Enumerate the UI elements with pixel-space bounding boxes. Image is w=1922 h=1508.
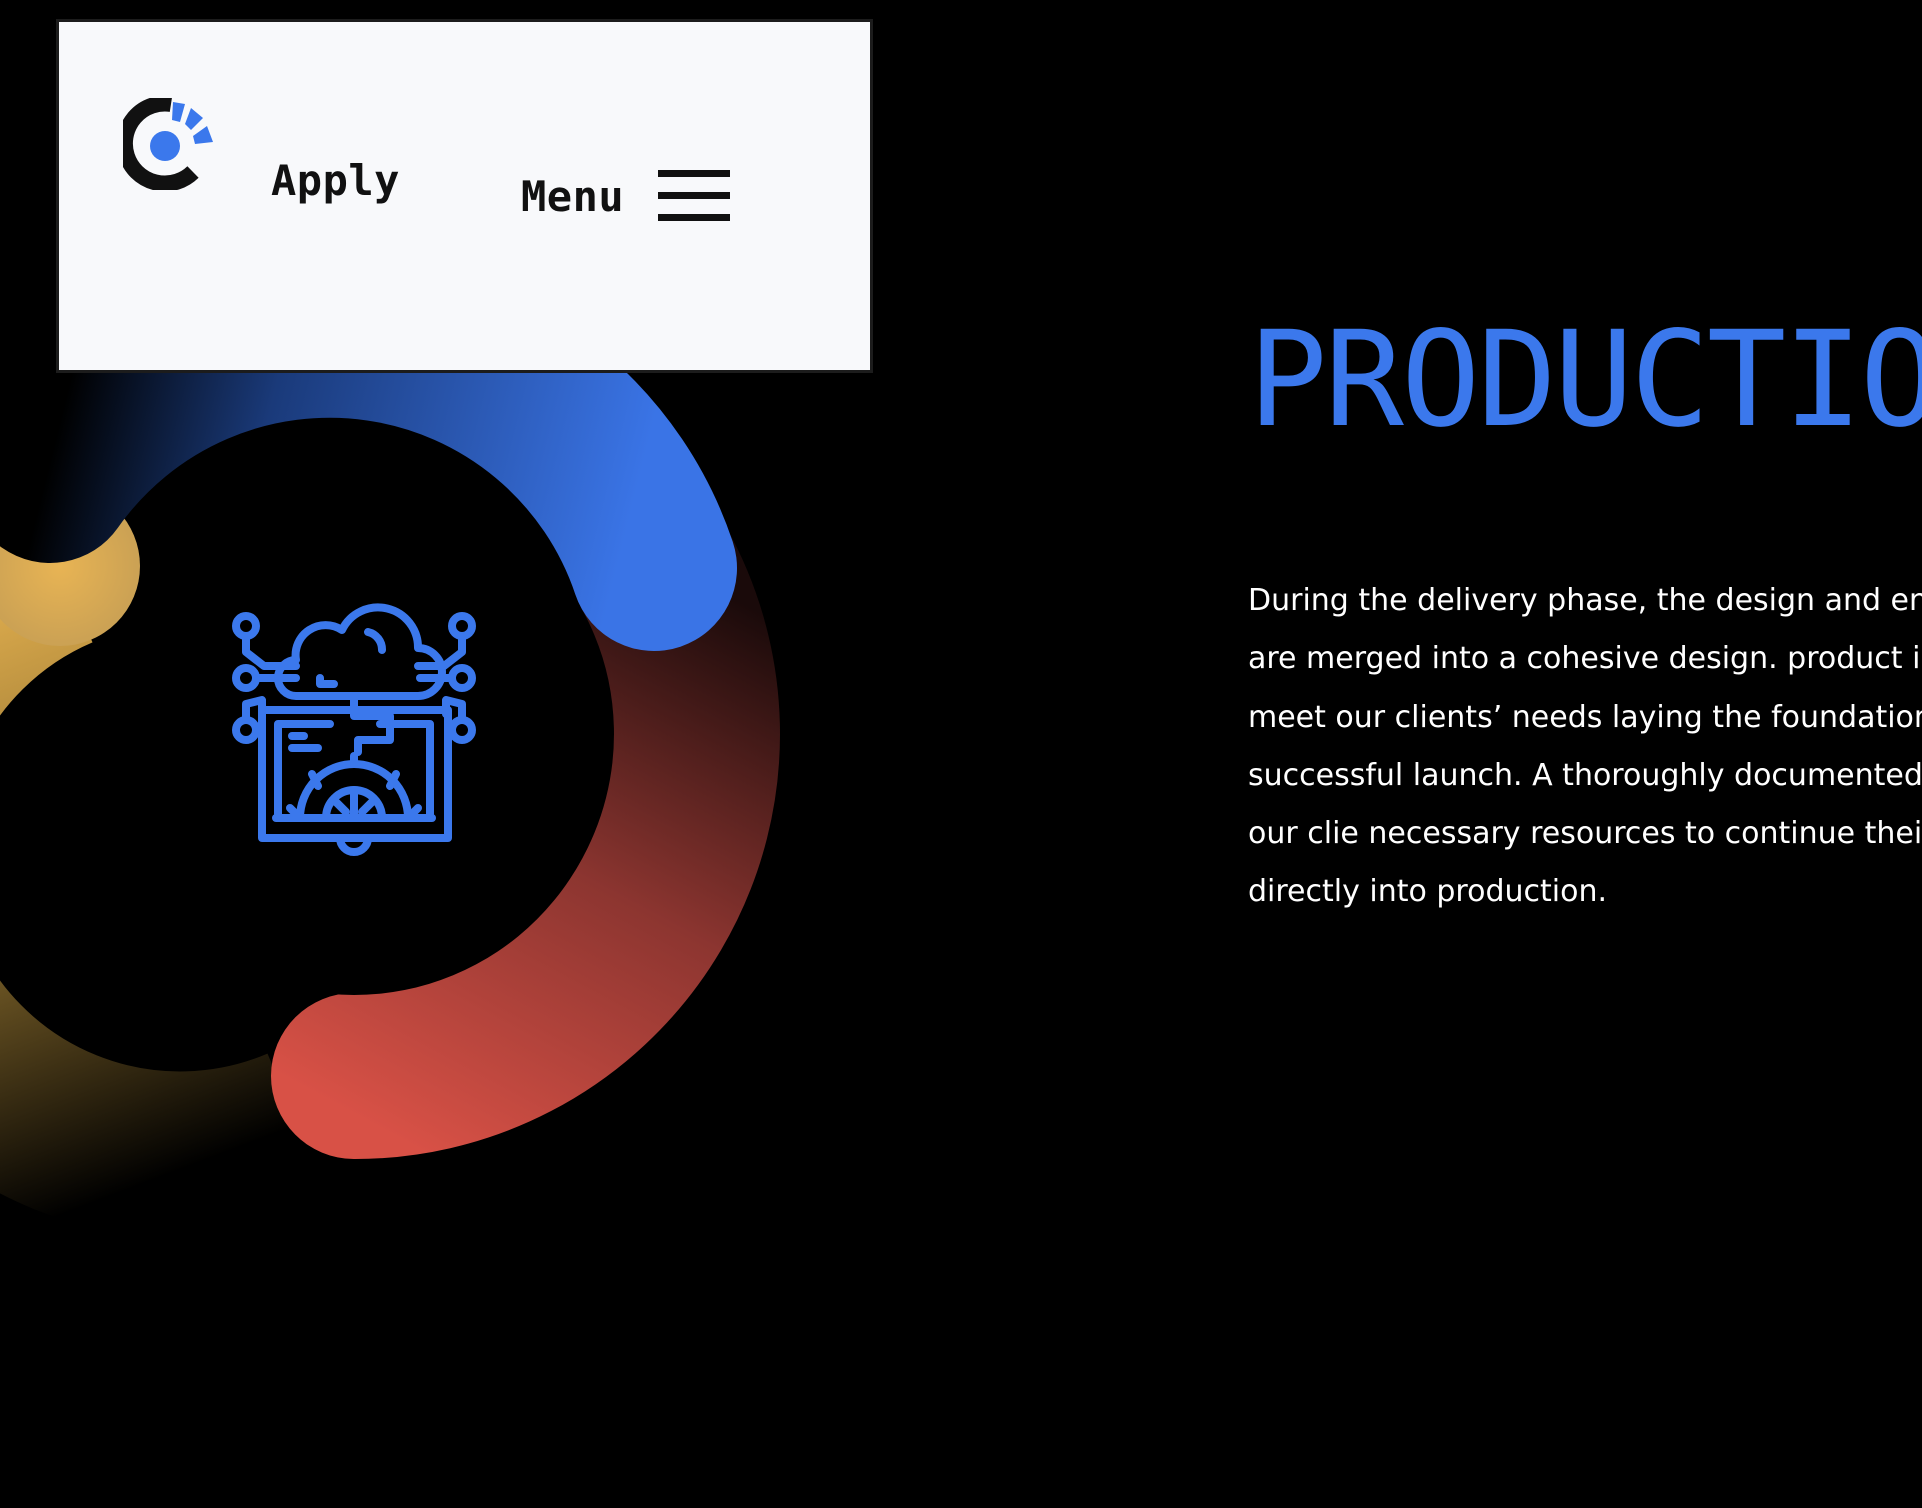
brand-logo-icon[interactable] <box>123 98 215 190</box>
section-title: PRODUCTIO <box>1248 303 1922 457</box>
menu-button[interactable]: Menu <box>521 166 731 226</box>
ring-center <box>95 477 613 995</box>
apply-link[interactable]: Apply <box>271 156 400 205</box>
page: Apply Menu PRODUCTIO During the delivery… <box>0 0 1922 1508</box>
nav-card: Apply Menu <box>56 19 873 373</box>
section-description: During the delivery phase, the design an… <box>1248 583 1922 910</box>
hamburger-icon <box>658 170 731 222</box>
menu-label: Menu <box>521 171 625 221</box>
